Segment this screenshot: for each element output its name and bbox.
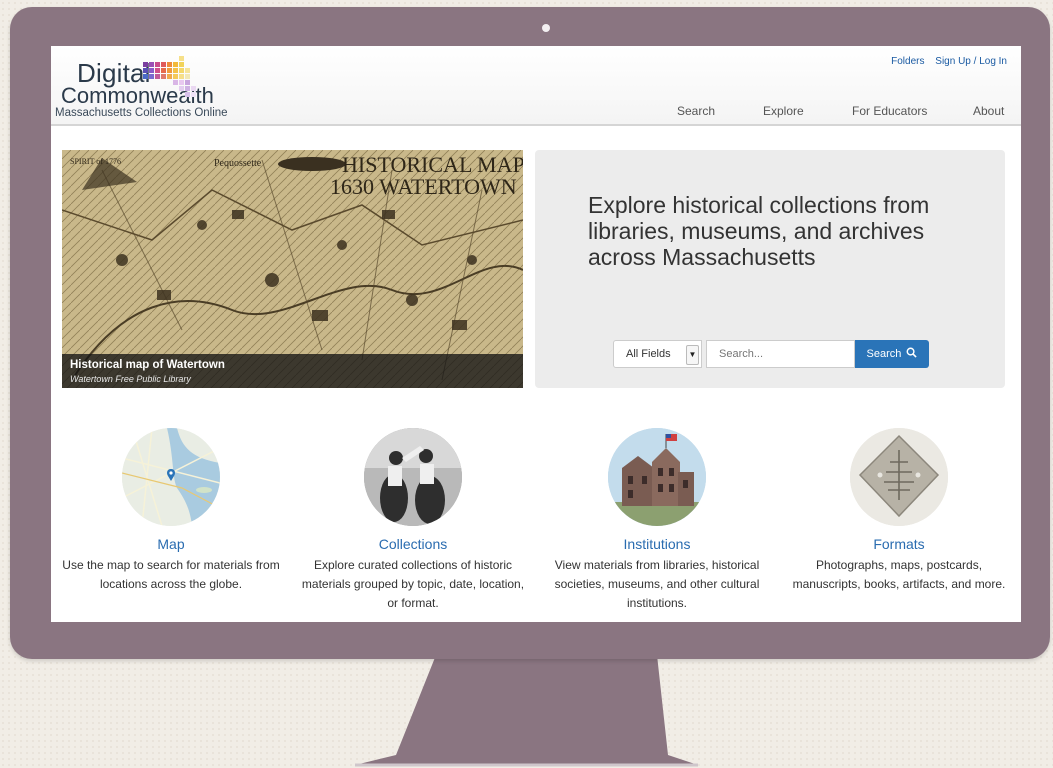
svg-text:SPIRIT of 1776: SPIRIT of 1776	[70, 157, 121, 166]
search-field-select[interactable]: All Fields ▼	[613, 340, 702, 368]
feature-map[interactable]: Map Use the map to search for materials …	[56, 428, 286, 594]
search-icon	[907, 347, 918, 358]
logo-pixel-mosaic	[143, 56, 196, 97]
feature-institutions[interactable]: Institutions View materials from librari…	[542, 428, 772, 613]
feature-collections[interactable]: Collections Explore curated collections …	[298, 428, 528, 613]
hero-image-historical-map[interactable]: HISTORICAL MAP 1630 WATERTOWN 1930 Pequo…	[62, 150, 523, 388]
nav-explore[interactable]: Explore	[763, 104, 804, 118]
caption-subtitle: Watertown Free Public Library	[70, 374, 191, 384]
institutions-building-illustration	[608, 428, 706, 526]
caption-title: Historical map of Watertown	[70, 359, 225, 371]
nav-search[interactable]: Search	[677, 104, 715, 118]
formats-coin-illustration	[850, 428, 948, 526]
browser-screen: Digital Commonwealth Massachusetts Colle…	[51, 46, 1021, 622]
hero-search-panel: Explore historical collections from libr…	[535, 150, 1005, 388]
hero-heading: Explore historical collections from libr…	[588, 192, 930, 270]
map-thumbnail[interactable]	[122, 428, 220, 526]
utility-links: Folders Sign Up / Log In	[883, 56, 1007, 67]
camera-dot	[542, 24, 550, 32]
signup-login-link[interactable]: Sign Up / Log In	[935, 56, 1007, 67]
feature-title-formats[interactable]: Formats	[784, 536, 1014, 552]
site-logo[interactable]: Digital Commonwealth Massachusetts Colle…	[55, 54, 261, 122]
historical-map-illustration: HISTORICAL MAP 1630 WATERTOWN 1930 Pequo…	[62, 150, 523, 388]
feature-title-institutions[interactable]: Institutions	[542, 536, 772, 552]
feature-desc-institutions: View materials from libraries, historica…	[554, 558, 760, 610]
svg-text:1630 WATERTOWN 1930: 1630 WATERTOWN 1930	[330, 174, 523, 199]
hero-image-caption: Historical map of Watertown Watertown Fr…	[62, 354, 523, 388]
caret-down-icon[interactable]: ▼	[686, 345, 699, 365]
feature-desc-collections: Explore curated collections of historic …	[301, 558, 525, 610]
feature-title-map[interactable]: Map	[56, 536, 286, 552]
search-button[interactable]: Search	[855, 340, 929, 368]
folders-link[interactable]: Folders	[891, 56, 924, 67]
search-input[interactable]	[706, 340, 855, 368]
nav-for-educators[interactable]: For Educators	[852, 104, 927, 118]
feature-title-collections[interactable]: Collections	[298, 536, 528, 552]
feature-desc-formats: Photographs, maps, postcards, manuscript…	[792, 558, 1006, 591]
search-button-label: Search	[866, 348, 902, 360]
search-field-selected: All Fields	[626, 348, 671, 360]
institutions-thumbnail[interactable]	[608, 428, 706, 526]
formats-thumbnail[interactable]	[850, 428, 948, 526]
logo-tagline: Massachusetts Collections Online	[55, 107, 228, 119]
collections-thumbnail[interactable]	[364, 428, 462, 526]
collections-photo-illustration	[364, 428, 462, 526]
nav-about[interactable]: About	[973, 104, 1004, 118]
feature-formats[interactable]: Formats Photographs, maps, postcards, ma…	[784, 428, 1014, 594]
map-illustration	[122, 428, 220, 526]
site-header: Digital Commonwealth Massachusetts Colle…	[51, 46, 1021, 126]
svg-text:Pequossette: Pequossette	[214, 158, 262, 169]
feature-desc-map: Use the map to search for materials from…	[62, 558, 280, 591]
